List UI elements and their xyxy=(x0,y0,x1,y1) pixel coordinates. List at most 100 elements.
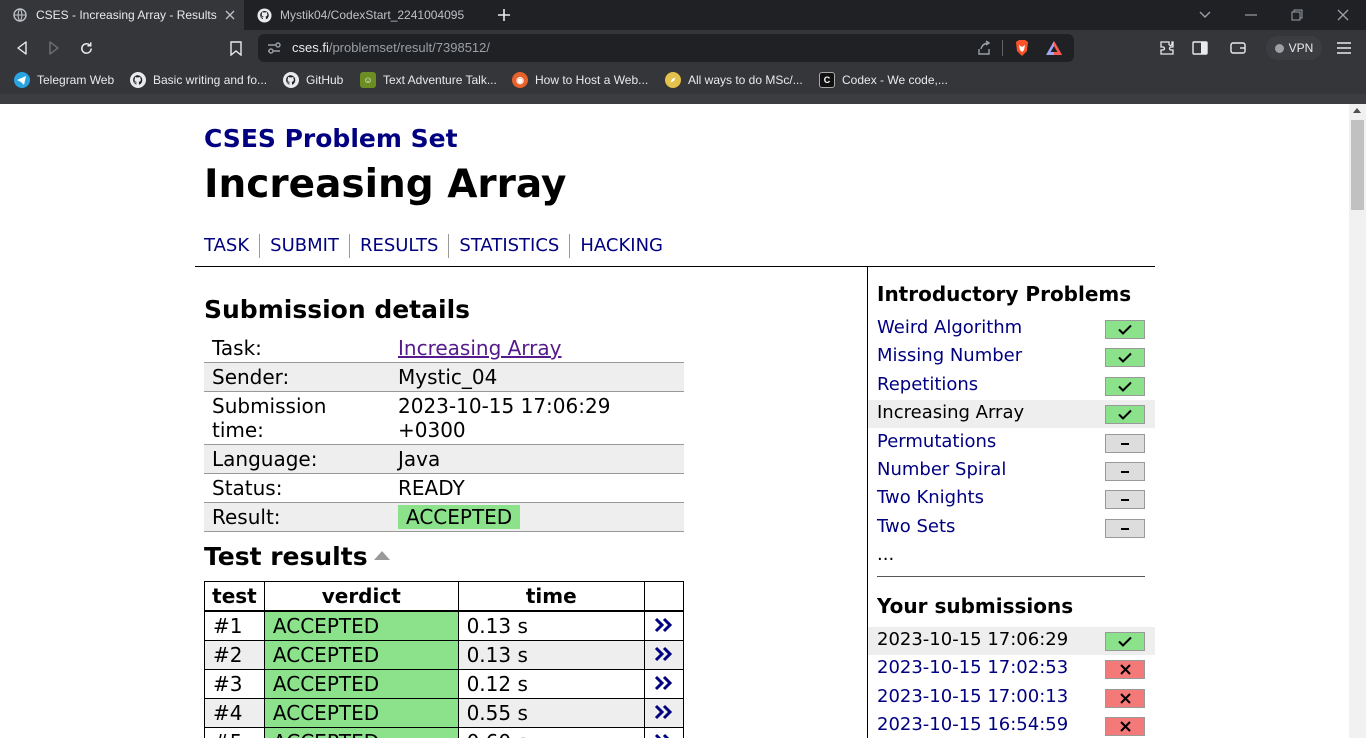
sidebar-item-repetitions[interactable]: Repetitions xyxy=(868,372,1155,400)
column-header: verdict xyxy=(263,581,459,612)
submissions-heading: Your submissions xyxy=(877,594,1074,618)
problem-link[interactable]: Weird Algorithm xyxy=(877,317,1022,338)
menu-icon[interactable] xyxy=(1334,38,1354,58)
vpn-button[interactable]: VPN xyxy=(1266,36,1322,60)
view-test-icon[interactable] xyxy=(643,640,685,670)
scroll-thumb[interactable] xyxy=(1351,120,1364,210)
bookmark-label: Codex - We code,... xyxy=(842,73,948,87)
bookmark-github[interactable]: GitHub xyxy=(283,70,343,90)
check-icon xyxy=(1105,320,1145,339)
test-verdict: ACCEPTED xyxy=(263,698,459,728)
forward-icon[interactable] xyxy=(44,38,64,58)
submission-row[interactable]: 2023-10-15 16:54:59 xyxy=(868,712,1155,738)
sidebar-item-two-sets[interactable]: Two Sets xyxy=(868,514,1155,542)
minimize-icon[interactable] xyxy=(1241,5,1261,25)
bookmark-telegram[interactable]: Telegram Web xyxy=(14,70,114,90)
sidebar-toggle-icon[interactable] xyxy=(1190,38,1210,58)
sidebar-item-missing-number[interactable]: Missing Number xyxy=(868,343,1155,371)
problem-link[interactable]: Two Knights xyxy=(877,487,984,508)
page-scrollbar[interactable] xyxy=(1349,104,1366,738)
dash-icon xyxy=(1105,490,1145,509)
back-icon[interactable] xyxy=(12,38,32,58)
brave-rewards-icon[interactable] xyxy=(1044,38,1064,58)
bookmark-msc[interactable]: All ways to do MSc/... xyxy=(665,70,803,90)
tab-title: CSES - Increasing Array - Results xyxy=(36,8,217,22)
view-test-icon[interactable] xyxy=(643,610,685,641)
detail-key: Language: xyxy=(204,444,390,474)
task-link[interactable]: Increasing Array xyxy=(398,336,562,360)
problem-link[interactable]: Two Sets xyxy=(877,516,955,537)
dash-icon xyxy=(1105,462,1145,481)
detail-row-result: Result: ACCEPTED xyxy=(204,502,684,532)
github-icon xyxy=(283,72,299,88)
problem-link[interactable]: Increasing Array xyxy=(877,402,1024,423)
restore-icon[interactable] xyxy=(1287,5,1307,25)
view-test-icon[interactable] xyxy=(643,669,685,699)
bookmark-label: GitHub xyxy=(306,73,344,87)
sidebar-item-number-spiral[interactable]: Number Spiral xyxy=(868,457,1155,485)
view-test-icon[interactable] xyxy=(643,698,685,728)
sidebar-item-increasing-array[interactable]: Increasing Array xyxy=(868,400,1155,428)
new-tab-icon[interactable] xyxy=(494,5,514,25)
sidebar-item-weird-algorithm[interactable]: Weird Algorithm xyxy=(868,315,1155,343)
scroll-up-icon[interactable] xyxy=(1353,108,1361,113)
tab-strip: CSES - Increasing Array - Results Mystik… xyxy=(0,0,1366,30)
check-icon xyxy=(1105,405,1145,424)
tab-github[interactable]: Mystik04/CodexStart_2241004095 xyxy=(244,0,482,30)
problem-link[interactable]: Repetitions xyxy=(877,374,978,395)
sidebar-item-permutations[interactable]: Permutations xyxy=(868,429,1155,457)
bookmark-label: Basic writing and fo... xyxy=(153,73,268,87)
close-window-icon[interactable] xyxy=(1333,5,1353,25)
ellipsis-text: ... xyxy=(877,544,895,565)
tab-title: Mystik04/CodexStart_2241004095 xyxy=(280,8,465,22)
nav-hacking[interactable]: HACKING xyxy=(569,234,673,258)
bookmark-host-web[interactable]: ◉ How to Host a Web... xyxy=(512,70,648,90)
close-tab-icon[interactable] xyxy=(220,5,240,25)
collapse-icon[interactable] xyxy=(373,550,390,560)
divider xyxy=(1002,40,1003,56)
submission-time[interactable]: 2023-10-15 16:54:59 xyxy=(877,714,1068,735)
bookmark-text-adventure[interactable]: ☺ Text Adventure Talk... xyxy=(360,70,497,90)
more-problems[interactable]: ... xyxy=(868,542,1155,570)
avatar-icon: ☺ xyxy=(360,72,376,88)
nav-task[interactable]: TASK xyxy=(204,234,259,258)
brave-shields-icon[interactable] xyxy=(1012,38,1032,58)
problem-link[interactable]: Permutations xyxy=(877,431,996,452)
nav-results[interactable]: RESULTS xyxy=(348,234,448,258)
task-nav: TASK SUBMIT RESULTS STATISTICS HACKING xyxy=(204,234,673,258)
address-bar[interactable]: cses.fi/problemset/result/7398512/ xyxy=(258,34,1074,62)
submission-row[interactable]: 2023-10-15 17:02:53 xyxy=(868,655,1155,683)
submission-time[interactable]: 2023-10-15 17:06:29 xyxy=(877,629,1068,650)
bookmark-icon[interactable] xyxy=(226,38,246,58)
browser-toolbar: cses.fi/problemset/result/7398512/ VPN xyxy=(0,30,1366,66)
problem-link[interactable]: Missing Number xyxy=(877,345,1022,366)
submission-row[interactable]: 2023-10-15 17:06:29 xyxy=(868,627,1155,655)
table-header: test verdict time xyxy=(204,581,685,612)
test-id: #2 xyxy=(204,640,265,670)
submission-time[interactable]: 2023-10-15 17:02:53 xyxy=(877,657,1068,678)
nav-statistics[interactable]: STATISTICS xyxy=(448,234,569,258)
problem-link[interactable]: Number Spiral xyxy=(877,459,1006,480)
site-title-link[interactable]: CSES Problem Set xyxy=(204,124,458,153)
share-icon[interactable] xyxy=(974,38,994,58)
test-verdict: ACCEPTED xyxy=(263,727,459,738)
wallet-icon[interactable] xyxy=(1228,38,1248,58)
site-info-icon[interactable] xyxy=(266,40,282,56)
submission-row[interactable]: 2023-10-15 17:00:13 xyxy=(868,684,1155,712)
test-time: 0.13 s xyxy=(457,610,645,641)
page-title: Increasing Array xyxy=(204,162,567,207)
detail-value: 2023-10-15 17:06:29 +0300 xyxy=(390,391,684,445)
table-row: #3 ACCEPTED 0.12 s xyxy=(204,669,685,699)
sidebar-item-two-knights[interactable]: Two Knights xyxy=(868,485,1155,513)
submission-time[interactable]: 2023-10-15 17:00:13 xyxy=(877,686,1068,707)
view-test-icon[interactable] xyxy=(643,727,685,738)
telegram-icon xyxy=(14,72,30,88)
tab-search-icon[interactable] xyxy=(1195,5,1215,25)
reload-icon[interactable] xyxy=(76,38,96,58)
extensions-icon[interactable] xyxy=(1157,38,1177,58)
nav-submit[interactable]: SUBMIT xyxy=(259,234,349,258)
detail-key: Sender: xyxy=(204,362,390,392)
tab-cses-results[interactable]: CSES - Increasing Array - Results xyxy=(0,0,244,30)
bookmark-codex[interactable]: C Codex - We code,... xyxy=(819,70,948,90)
bookmark-basic-writing[interactable]: Basic writing and fo... xyxy=(130,70,267,90)
